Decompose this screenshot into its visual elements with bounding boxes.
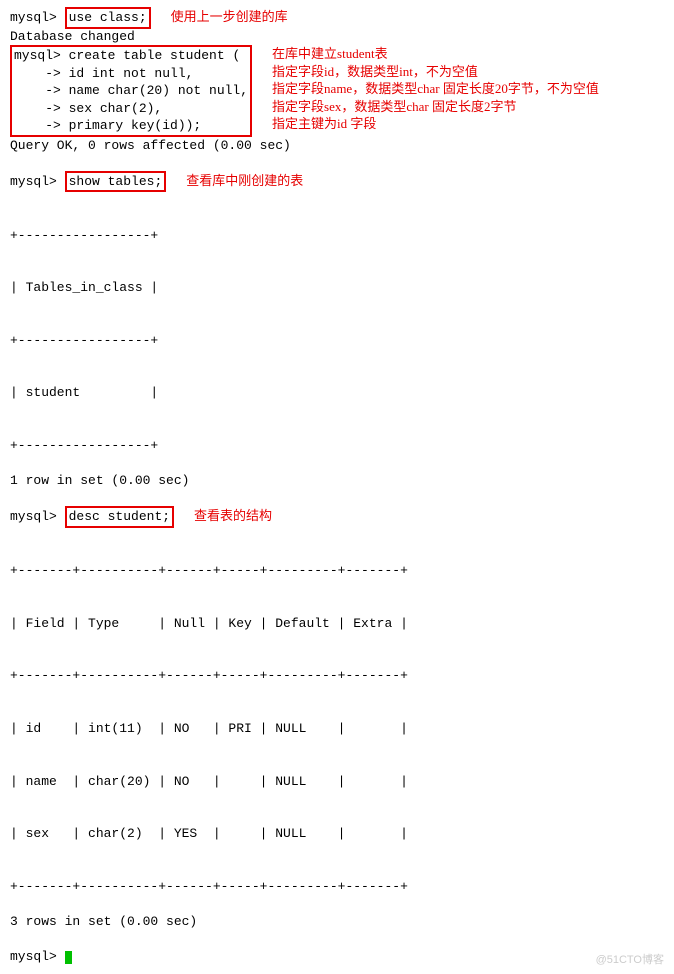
cmd-use-class: mysql> use class; 使用上一步创建的库 <box>10 8 664 28</box>
annot-field-name: 指定字段name，数据类型char 固定长度20字节，不为空值 <box>272 80 599 98</box>
desc-footer: 3 rows in set (0.00 sec) <box>10 913 664 931</box>
annot-create-header: 在库中建立student表 <box>272 45 599 63</box>
tables-output: +-----------------+ | Tables_in_class | … <box>10 191 664 472</box>
boxed-use-class: use class; <box>65 7 151 29</box>
boxed-show-tables: show tables; <box>65 171 167 193</box>
annot-use-db: 使用上一步创建的库 <box>171 9 288 24</box>
prompt-cursor[interactable]: mysql> <box>10 948 664 966</box>
annot-desc: 查看表的结构 <box>194 508 272 523</box>
cmd-show-tables: mysql> show tables;查看库中刚创建的表 <box>10 172 664 192</box>
desc-output: +-------+----------+------+-----+-------… <box>10 527 664 913</box>
cmd-desc-student: mysql> desc student;查看表的结构 <box>10 507 664 527</box>
annot-field-id: 指定字段id，数据类型int，不为空值 <box>272 63 599 81</box>
boxed-desc-student: desc student; <box>65 506 174 528</box>
db-changed: Database changed <box>10 28 664 46</box>
prompt: mysql> <box>10 10 57 25</box>
cursor-icon <box>65 951 72 964</box>
query-ok: Query OK, 0 rows affected (0.00 sec) <box>10 137 664 155</box>
annot-field-pk: 指定主键为id 字段 <box>272 115 599 133</box>
tables-footer: 1 row in set (0.00 sec) <box>10 472 664 490</box>
create-table-block: mysql> create table student ( -> id int … <box>10 45 664 137</box>
annot-show-tables: 查看库中刚创建的表 <box>186 173 303 188</box>
annot-field-sex: 指定字段sex，数据类型char 固定长度2字节 <box>272 98 599 116</box>
boxed-create-table: mysql> create table student ( -> id int … <box>10 45 252 137</box>
watermark: @51CTO博客 <box>596 953 664 968</box>
